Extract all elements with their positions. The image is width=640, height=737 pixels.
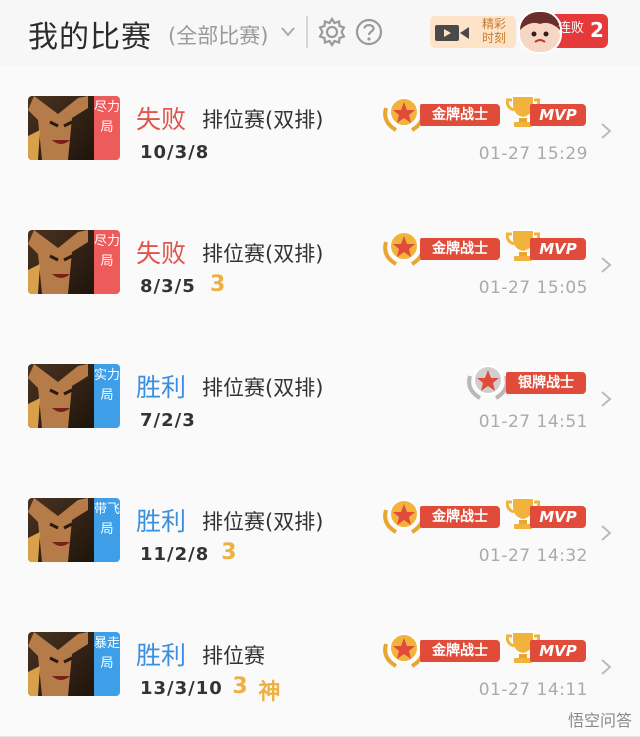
kda-score: 7/2/3: [140, 410, 196, 431]
chevron-right-icon[interactable]: [600, 524, 612, 542]
silver-warrior-badge: 银牌战士: [466, 362, 586, 400]
filter-dropdown[interactable]: (全部比赛): [168, 20, 268, 50]
match-tag: 尽力局: [94, 230, 120, 294]
match-tag: 带飞局: [94, 498, 120, 562]
match-time: 01-27 15:29: [478, 144, 588, 164]
triple-kill-badge: 3: [221, 540, 237, 565]
match-tag: 实力局: [94, 364, 120, 428]
question-icon[interactable]: [354, 17, 384, 47]
match-row[interactable]: 暴走局 胜利 排位赛 13/3/10 3 神 金牌战士 MVP 01-27 14:…: [0, 602, 640, 737]
triple-kill-badge: 3: [210, 272, 226, 297]
match-result: 胜利: [136, 373, 187, 402]
gold-warrior-badge: 金牌战士: [382, 496, 500, 534]
match-mode: 排位赛: [202, 644, 265, 668]
hero-portrait: 暴走局: [28, 632, 120, 696]
kda-score: 13/3/10: [140, 678, 223, 699]
highlight-label-line2: 时刻: [481, 31, 506, 45]
watermark: 悟空问答: [567, 711, 632, 730]
gold-warrior-badge: 金牌战士: [382, 94, 500, 132]
page-title: 我的比赛: [28, 20, 152, 55]
avatar: [518, 10, 562, 54]
header-divider: [306, 16, 308, 48]
hero-portrait: 尽力局: [28, 96, 120, 160]
chevron-right-icon[interactable]: [600, 122, 612, 140]
hero-image: [28, 364, 94, 428]
match-time: 01-27 15:05: [478, 278, 588, 298]
gold-warrior-badge: 金牌战士: [382, 228, 500, 266]
match-row[interactable]: 带飞局 胜利 排位赛(双排) 11/2/8 3 金牌战士 MVP 01-27 14…: [0, 468, 640, 603]
match-time: 01-27 14:51: [478, 412, 588, 432]
hero-portrait: 尽力局: [28, 230, 120, 294]
hero-image: [28, 96, 94, 160]
badge-label: 银牌战士: [506, 372, 586, 394]
chevron-right-icon[interactable]: [600, 390, 612, 408]
badge-label: 金牌战士: [420, 640, 500, 662]
match-mode: 排位赛(双排): [202, 510, 324, 534]
match-result: 失败: [136, 239, 187, 268]
highlight-label-line1: 精彩: [481, 17, 506, 31]
badge-label: 金牌战士: [420, 506, 500, 528]
godlike-badge: 神: [258, 680, 281, 705]
streak-label: 连败: [558, 21, 585, 36]
video-camera-icon: [435, 25, 469, 41]
hero-image: [28, 230, 94, 294]
mvp-label: MVP: [530, 640, 586, 662]
match-row[interactable]: 尽力局 失败 排位赛(双排) 8/3/5 3 金牌战士 MVP 01-27 15:…: [0, 200, 640, 335]
mvp-label: MVP: [530, 238, 586, 260]
mvp-badge: MVP: [506, 92, 586, 130]
match-result: 失败: [136, 105, 187, 134]
match-time: 01-27 14:32: [478, 546, 588, 566]
kda-score: 11/2/8: [140, 544, 210, 565]
match-row[interactable]: 尽力局 失败 排位赛(双排) 10/3/8 金牌战士 MVP 01-27 15:2…: [0, 66, 640, 201]
chevron-down-icon[interactable]: [280, 26, 296, 38]
gold-warrior-badge: 金牌战士: [382, 630, 500, 668]
chevron-right-icon[interactable]: [600, 256, 612, 274]
mvp-badge: MVP: [506, 494, 586, 532]
triple-kill-badge: 3: [232, 674, 248, 699]
hero-portrait: 实力局: [28, 364, 120, 428]
match-mode: 排位赛(双排): [202, 242, 324, 266]
gear-icon[interactable]: [316, 16, 348, 48]
mvp-badge: MVP: [506, 628, 586, 666]
match-row[interactable]: 实力局 胜利 排位赛(双排) 7/2/3 银牌战士 01-27 14:51: [0, 334, 640, 469]
match-time: 01-27 14:11: [478, 680, 588, 700]
badge-label: 金牌战士: [420, 104, 500, 126]
match-tag: 尽力局: [94, 96, 120, 160]
mvp-label: MVP: [530, 506, 586, 528]
hero-portrait: 带飞局: [28, 498, 120, 562]
chevron-right-icon[interactable]: [600, 658, 612, 676]
match-mode: 排位赛(双排): [202, 108, 324, 132]
highlight-moments-button[interactable]: 精彩 时刻: [430, 16, 516, 48]
match-result: 胜利: [136, 641, 187, 670]
header-bar: 我的比赛 (全部比赛) 精彩 时刻 连败 2: [0, 0, 640, 66]
kda-score: 8/3/5: [140, 276, 196, 297]
mvp-label: MVP: [530, 104, 586, 126]
highlight-label: 精彩 时刻: [474, 17, 514, 45]
badge-label: 金牌战士: [420, 238, 500, 260]
match-mode: 排位赛(双排): [202, 376, 324, 400]
losing-streak-badge[interactable]: 连败 2: [518, 10, 608, 54]
match-tag: 暴走局: [94, 632, 120, 696]
streak-count: 2: [590, 18, 604, 42]
mvp-badge: MVP: [506, 226, 586, 264]
hero-image: [28, 632, 94, 696]
hero-image: [28, 498, 94, 562]
match-result: 胜利: [136, 507, 187, 536]
kda-score: 10/3/8: [140, 142, 210, 163]
